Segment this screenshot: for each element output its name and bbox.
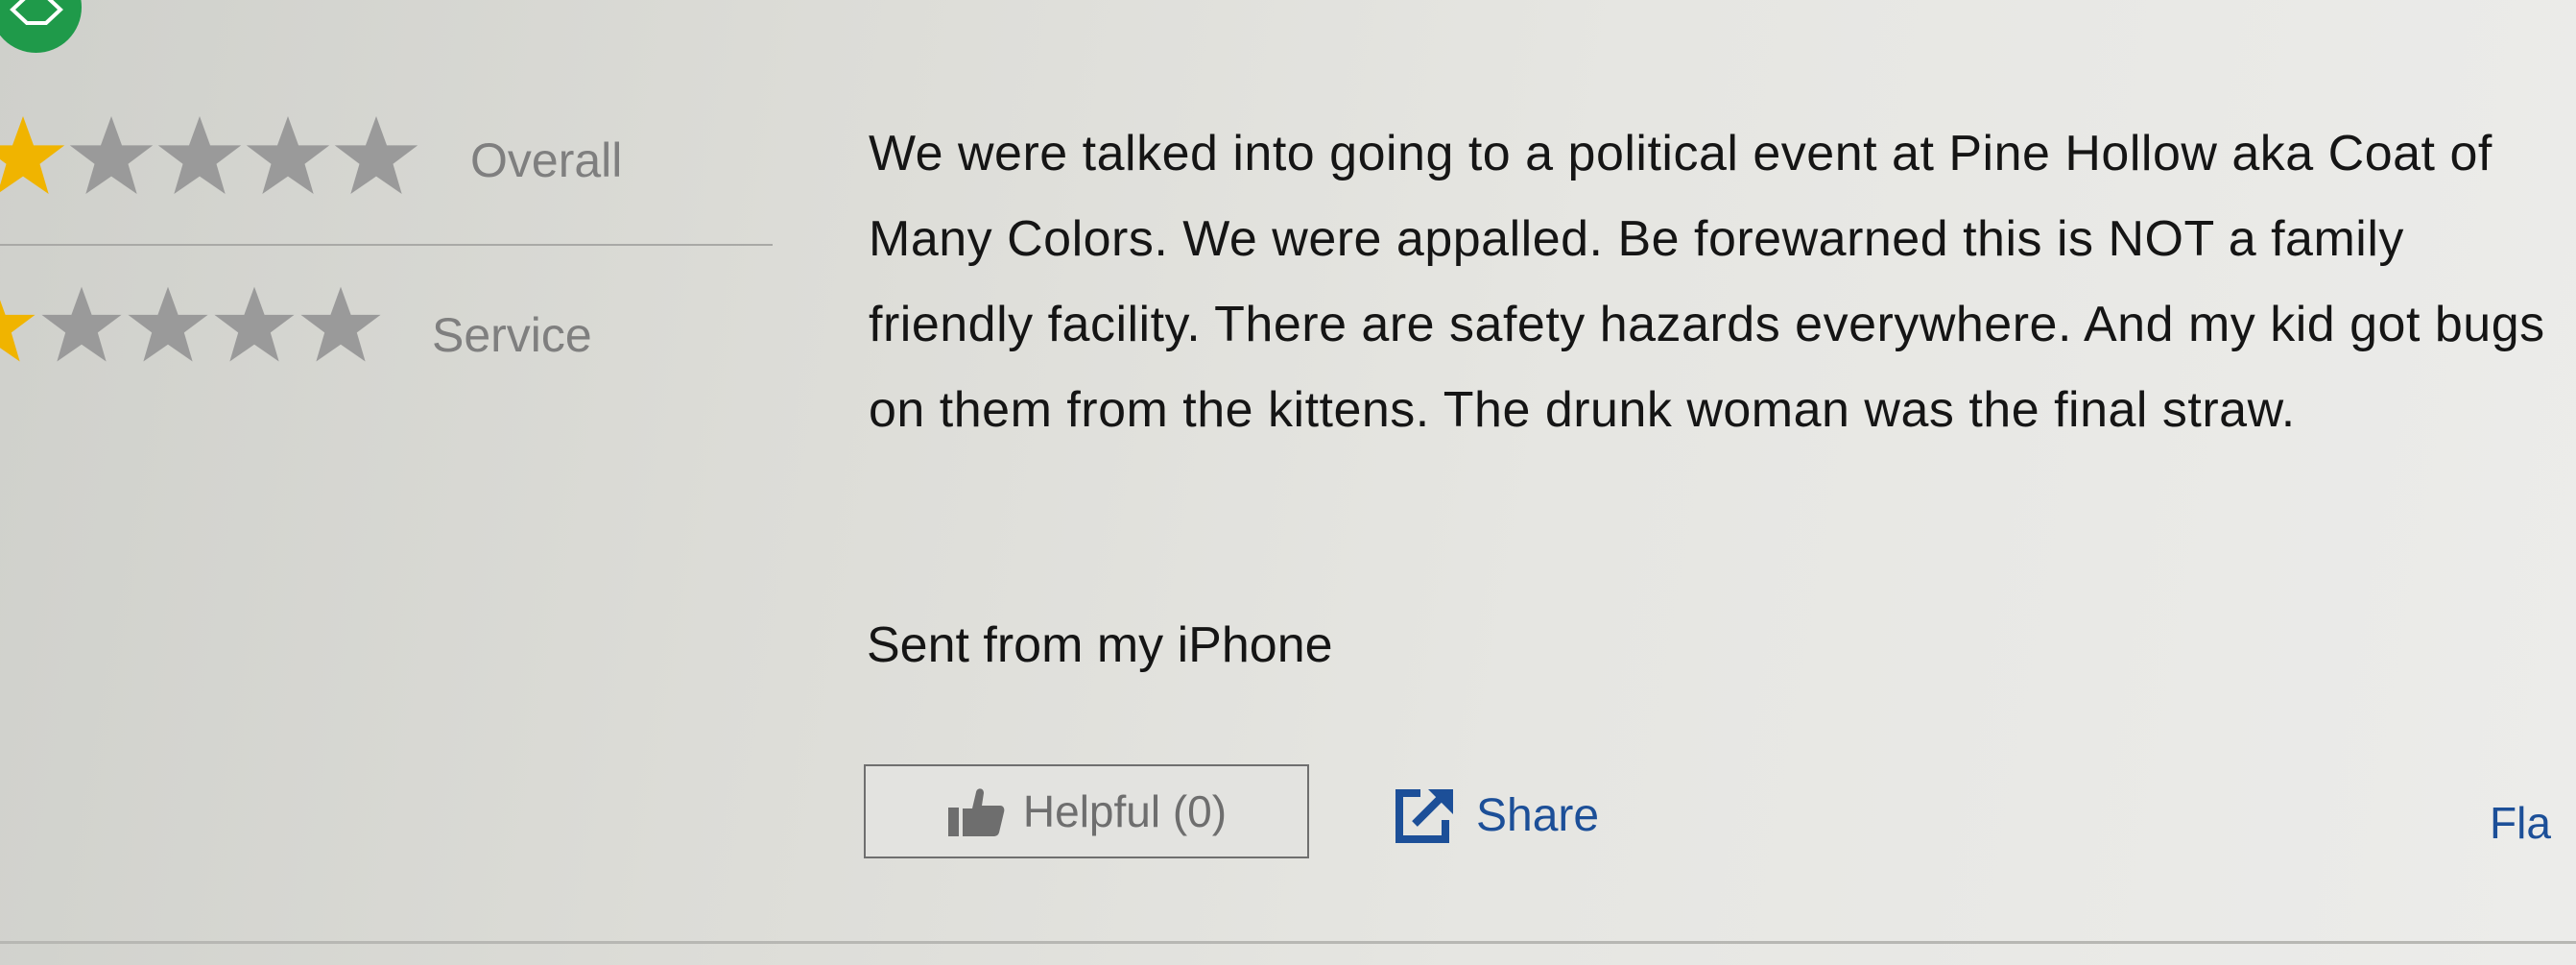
helpful-button[interactable]: Helpful (0): [864, 764, 1309, 858]
review-signature: Sent from my iPhone: [867, 617, 1333, 673]
thumbs-up-icon: [947, 788, 1005, 836]
overall-stars: [0, 113, 420, 198]
service-rating: Service: [0, 284, 592, 365]
share-link[interactable]: Share: [1394, 785, 1599, 845]
share-icon: [1395, 789, 1453, 843]
reviewer-avatar: [0, 0, 82, 53]
star-empty-icon: [41, 286, 122, 362]
star-empty-icon: [157, 116, 242, 195]
star-empty-icon: [246, 116, 330, 195]
service-rating-label: Service: [432, 308, 592, 362]
star-empty-icon: [69, 116, 154, 195]
reviewer-badge-icon: [10, 0, 63, 25]
overall-rating-label: Overall: [470, 133, 623, 187]
share-label: Share: [1476, 789, 1600, 841]
star-empty-icon: [300, 286, 381, 362]
review-body: We were talked into going to a political…: [869, 126, 2545, 438]
rating-divider: [0, 244, 773, 246]
overall-rating: Overall: [0, 113, 622, 198]
service-stars: [0, 284, 384, 365]
helpful-label: Helpful (0): [1022, 786, 1228, 836]
section-divider: [0, 941, 2576, 944]
star-filled-icon: [0, 300, 36, 362]
star-empty-icon: [214, 286, 295, 362]
star-empty-icon: [334, 116, 418, 195]
flag-link[interactable]: Fla: [2490, 797, 2551, 849]
star-empty-icon: [128, 286, 208, 362]
star-filled-icon: [0, 116, 65, 195]
